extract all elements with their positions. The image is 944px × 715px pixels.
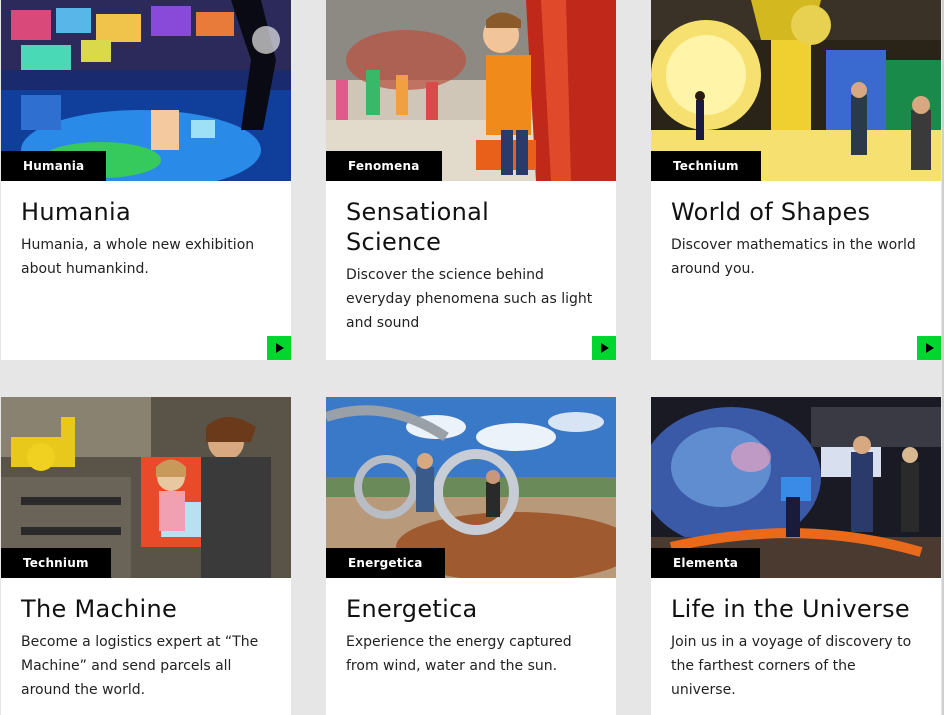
play-arrow-icon [601, 343, 609, 353]
card-title[interactable]: Energetica [346, 594, 596, 624]
category-tag: Elementa [651, 548, 761, 578]
exhibition-photo[interactable]: Elementa [651, 397, 941, 578]
card-description: Discover the science behind everyday phe… [346, 267, 593, 331]
category-tag: Technium [1, 548, 111, 578]
category-tag: Energetica [326, 548, 445, 578]
card-title[interactable]: World of Shapes [671, 197, 921, 227]
exhibition-card-energetica[interactable]: Energetica Energetica Experience the ene… [326, 397, 616, 715]
exhibition-photo[interactable]: Technium [1, 397, 291, 578]
exhibition-card-humania[interactable]: Humania Humania Humania, a whole new exh… [1, 0, 291, 360]
more-button[interactable] [592, 336, 616, 360]
exhibition-card-life-in-the-universe[interactable]: Elementa Life in the Universe Join us in… [651, 397, 941, 715]
card-title[interactable]: Humania [21, 197, 271, 227]
play-arrow-icon [926, 343, 934, 353]
card-description: Humania, a whole new exhibition about hu… [21, 237, 255, 277]
exhibition-card-sensational-science[interactable]: Fenomena Sensational Science Discover th… [326, 0, 616, 360]
exhibition-photo[interactable]: Technium [651, 0, 941, 181]
exhibition-card-world-of-shapes[interactable]: Technium World of Shapes Discover mathem… [651, 0, 941, 360]
card-title[interactable]: The Machine [21, 594, 271, 624]
exhibition-card-the-machine[interactable]: Technium The Machine Become a logistics … [1, 397, 291, 715]
more-button[interactable] [267, 336, 291, 360]
card-description: Join us in a voyage of discovery to the … [671, 634, 912, 698]
card-title[interactable]: Sensational Science [346, 197, 546, 257]
category-tag: Technium [651, 151, 761, 181]
exhibition-photo[interactable]: Humania [1, 0, 291, 181]
play-arrow-icon [276, 343, 284, 353]
card-title[interactable]: Life in the Universe [671, 594, 921, 624]
exhibition-photo[interactable]: Fenomena [326, 0, 616, 181]
category-tag: Fenomena [326, 151, 442, 181]
exhibition-photo[interactable]: Energetica [326, 397, 616, 578]
card-description: Discover mathematics in the world around… [671, 237, 916, 277]
card-description: Experience the energy captured from wind… [346, 634, 572, 674]
more-button[interactable] [917, 336, 941, 360]
category-tag: Humania [1, 151, 107, 181]
card-description: Become a logistics expert at “The Machin… [21, 634, 259, 698]
